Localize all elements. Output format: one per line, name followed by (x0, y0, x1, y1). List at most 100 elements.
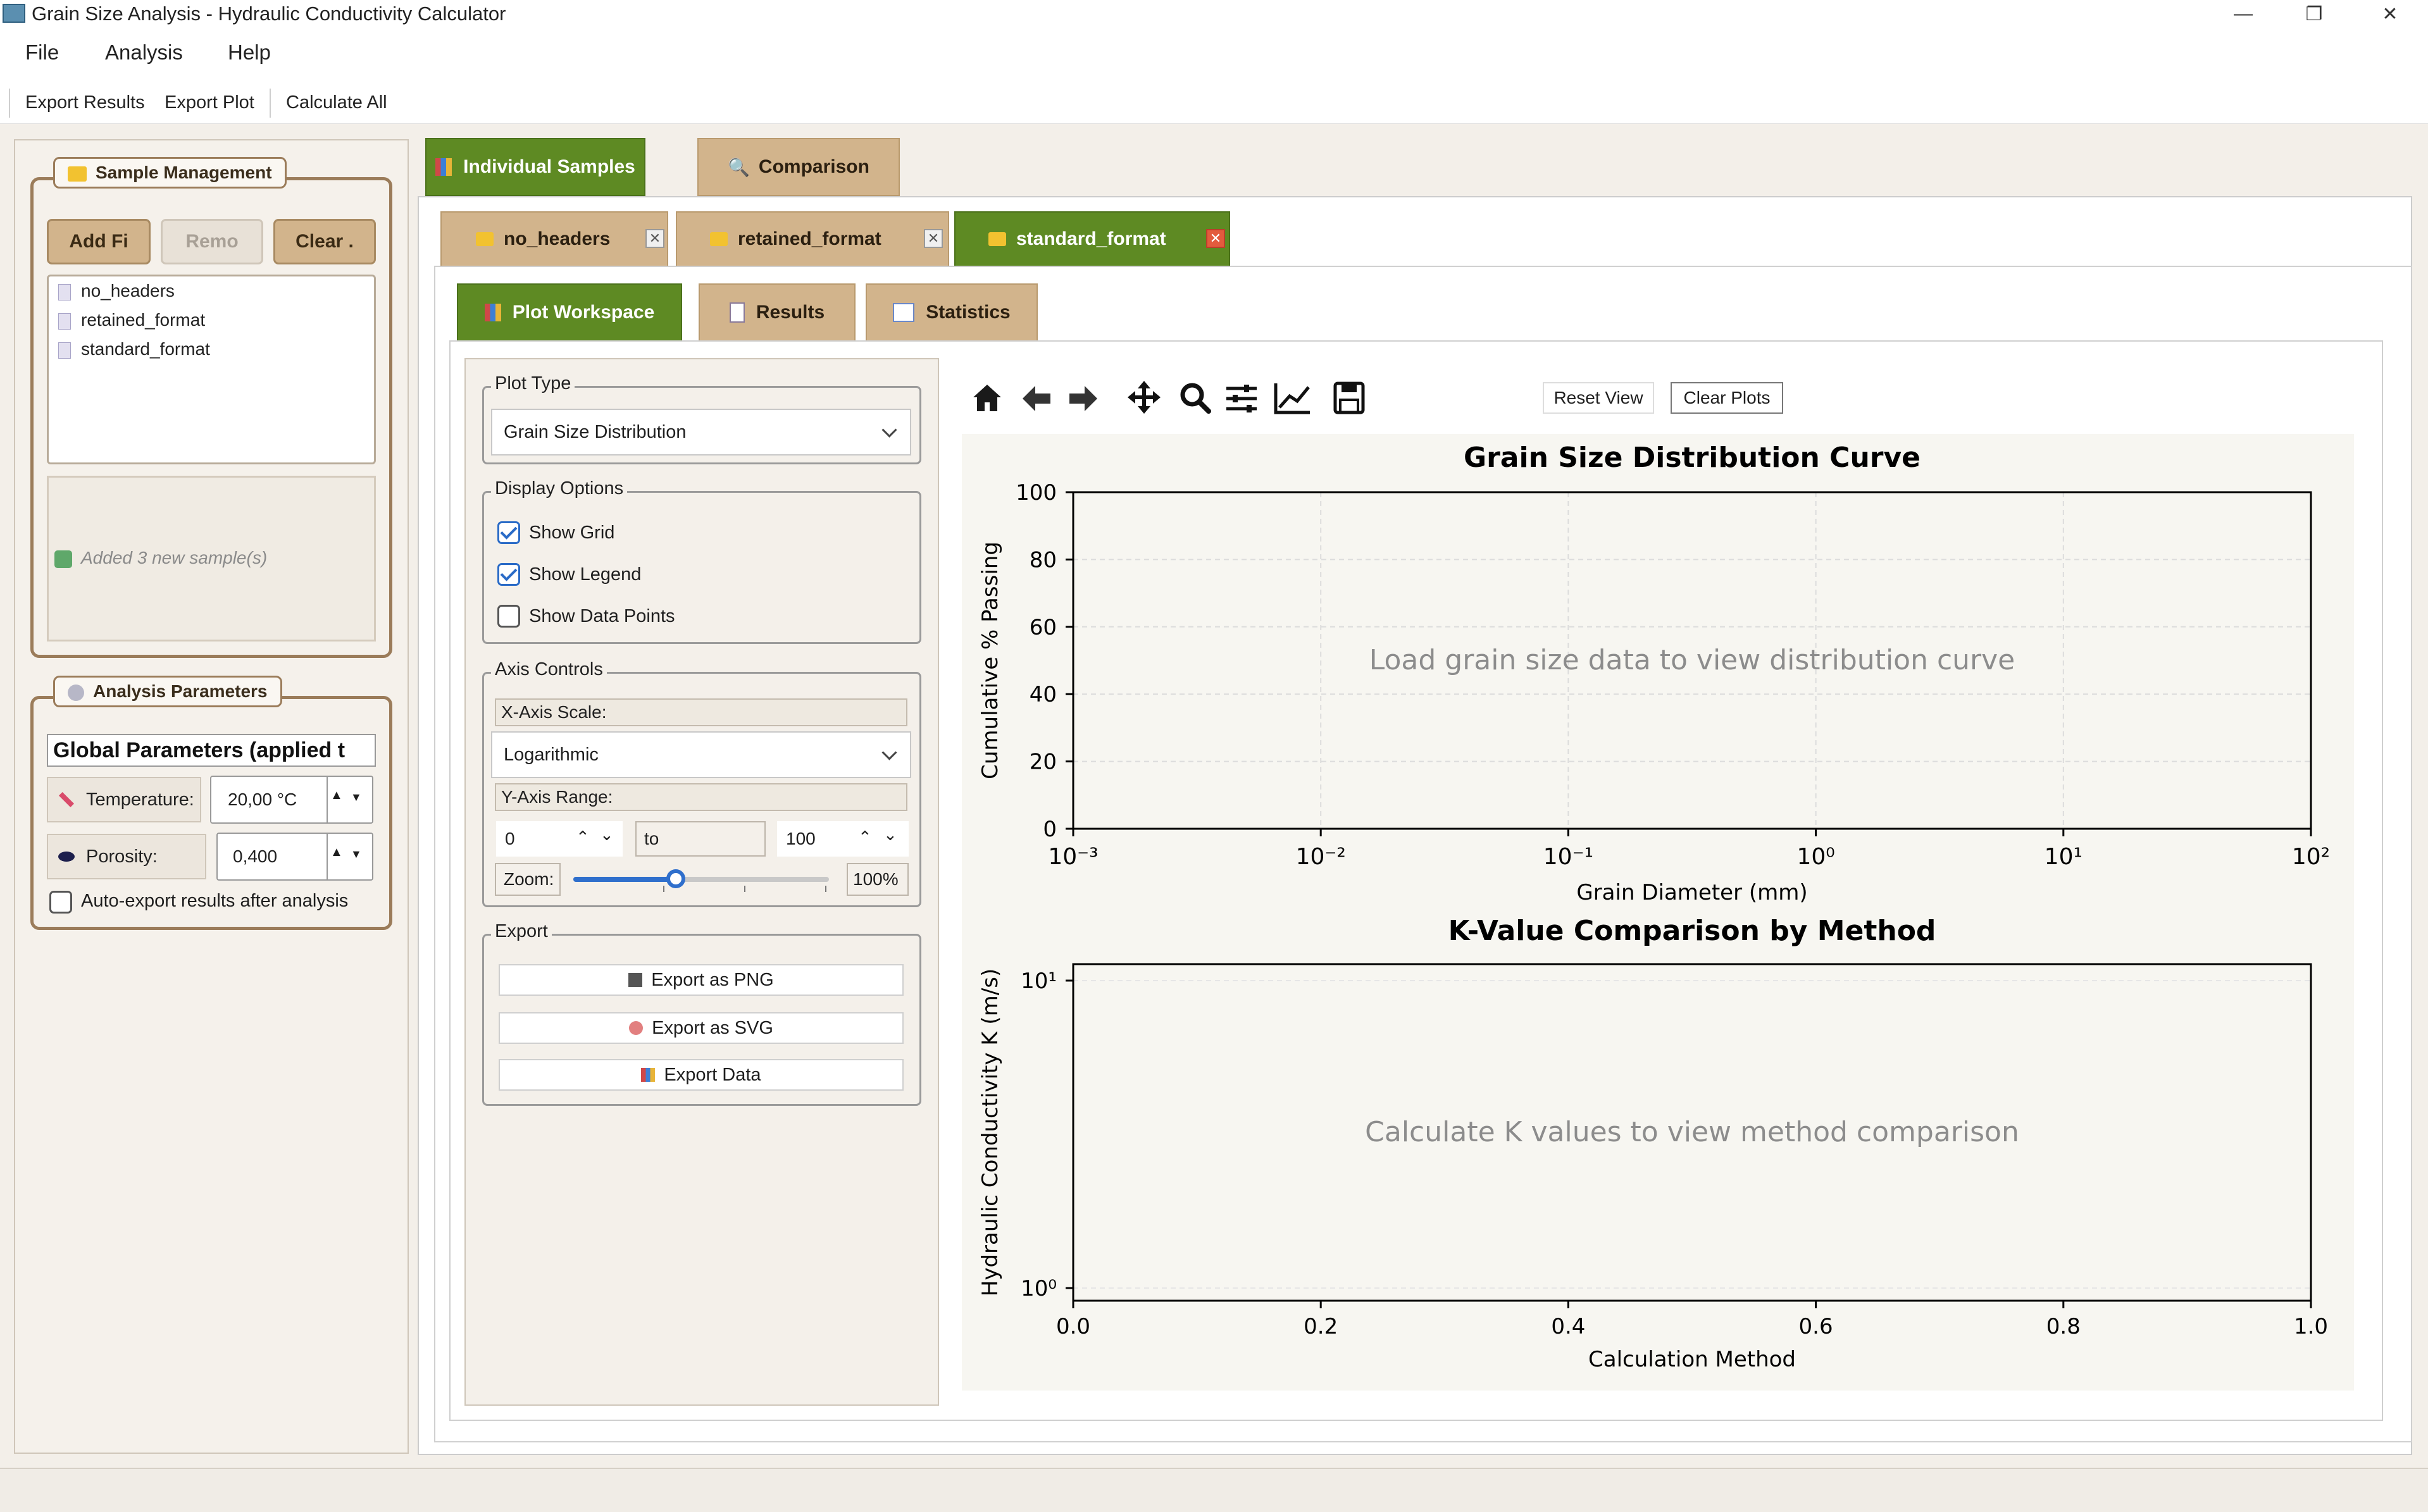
folder-icon (68, 166, 87, 182)
tab-plot-workspace[interactable]: Plot Workspace (457, 283, 682, 342)
show-legend-label: Show Legend (529, 564, 642, 585)
add-file-button[interactable]: Add Fi (47, 219, 151, 264)
document-icon (58, 283, 71, 301)
x-tick-label: 10⁻² (1296, 844, 1346, 870)
spin-up-icon[interactable]: ⌃ (576, 827, 590, 847)
export-png-button[interactable]: Export as PNG (499, 964, 904, 996)
export-plot-button[interactable]: Export Plot (165, 92, 254, 113)
magnifier-icon: 🔍 (728, 157, 750, 177)
to-label: to (635, 821, 766, 857)
sample-management-title: Sample Management (53, 157, 287, 189)
tab-statistics[interactable]: Statistics (866, 283, 1038, 342)
back-arrow-icon[interactable] (1023, 386, 1050, 411)
plot-navigation-toolbar (973, 381, 1365, 414)
plot-type-select[interactable]: Grain Size Distribution (491, 409, 911, 455)
menu-analysis[interactable]: Analysis (105, 40, 183, 65)
dropdown-icon[interactable]: ▼ (351, 848, 362, 861)
slider-tick (663, 886, 664, 892)
spin-down-icon[interactable]: ⌄ (883, 825, 897, 845)
pan-move-icon[interactable] (1128, 381, 1161, 414)
sample-tab-retained-format[interactable]: retained_format (676, 211, 949, 267)
close-window-icon[interactable]: ✕ (2355, 0, 2425, 28)
clear-plots-button[interactable]: Clear Plots (1671, 382, 1783, 414)
sample-tab-standard-format[interactable]: standard_format (954, 211, 1230, 267)
dropdown-icon[interactable]: ▼ (351, 791, 362, 804)
minimize-icon[interactable]: — (2208, 0, 2278, 28)
folder-icon (710, 232, 728, 246)
export-data-button[interactable]: Export Data (499, 1059, 904, 1091)
y-tick-label: 10¹ (1021, 969, 1057, 994)
folder-icon (988, 232, 1006, 246)
sample-list[interactable] (47, 275, 376, 464)
zoom-value: 100% (847, 863, 909, 896)
menu-bar (0, 28, 2428, 81)
show-grid-checkbox[interactable] (497, 521, 520, 544)
axis-controls-legend: Axis Controls (491, 659, 607, 680)
y-axis-range-label: Y-Axis Range: (495, 783, 907, 811)
menu-help[interactable]: Help (228, 40, 271, 65)
x-tick-label: 10⁻³ (1048, 844, 1098, 870)
temperature-spinbox[interactable]: 20,00 °C (210, 776, 373, 824)
plot-figure: Grain Size Distribution Curve 10⁻³ 10⁻² 10⁻… (978, 442, 2330, 1372)
zoom-label: Zoom: (495, 863, 561, 896)
auto-export-label: Auto-export results after analysis (81, 891, 349, 911)
list-item[interactable]: retained_format (58, 310, 205, 330)
spin-down-icon[interactable]: ⌄ (600, 825, 614, 845)
global-parameters-header: Global Parameters (applied t (47, 734, 376, 767)
auto-export-checkbox[interactable] (49, 891, 72, 914)
porosity-spinbox[interactable]: 0,400 (216, 833, 373, 881)
maximize-icon[interactable]: ❐ (2279, 0, 2349, 28)
remove-button[interactable]: Remo (161, 219, 263, 264)
tab-results[interactable]: Results (699, 283, 856, 342)
y-tick-label: 0 (1043, 817, 1057, 842)
clear-button[interactable]: Clear . (273, 219, 376, 264)
tab-comparison[interactable]: 🔍 Comparison (697, 138, 900, 196)
home-icon[interactable] (973, 385, 1001, 411)
x-tick-label: 0.0 (1056, 1314, 1090, 1339)
chart-title: K-Value Comparison by Method (1448, 915, 1936, 947)
y-axis-label: Hydraulic Conductivity K (m/s) (978, 969, 1003, 1296)
show-legend-checkbox[interactable] (497, 563, 520, 586)
close-tab-icon[interactable]: ✕ (924, 229, 943, 248)
x-tick-label: 0.8 (2046, 1314, 2081, 1339)
reset-view-button[interactable]: Reset View (1543, 382, 1654, 414)
list-item[interactable]: standard_format (58, 339, 210, 359)
porosity-label: Porosity: (47, 834, 206, 879)
empty-plot-message: Load grain size data to view distributio… (1369, 644, 2015, 676)
bar-chart-icon (641, 1068, 656, 1082)
show-data-points-label: Show Data Points (529, 606, 675, 626)
forward-arrow-icon[interactable] (1069, 386, 1097, 411)
folder-icon (476, 232, 494, 246)
clipboard-icon (729, 302, 745, 323)
bar-chart-icon (435, 158, 452, 176)
menu-file[interactable]: File (25, 40, 59, 65)
y-tick-label: 40 (1030, 682, 1057, 707)
tab-individual-samples[interactable]: Individual Samples (425, 138, 645, 196)
configure-subplots-icon[interactable] (1226, 385, 1257, 412)
y-axis-label: Cumulative % Passing (978, 542, 1003, 779)
close-tab-icon[interactable]: ✕ (645, 229, 664, 248)
show-data-points-checkbox[interactable] (497, 605, 520, 628)
show-grid-label: Show Grid (529, 523, 615, 543)
spin-up-icon[interactable]: ▲ (330, 788, 343, 803)
export-svg-button[interactable]: Export as SVG (499, 1012, 904, 1044)
chevron-down-icon (881, 422, 897, 438)
export-results-button[interactable]: Export Results (25, 92, 145, 113)
list-item[interactable]: no_headers (58, 281, 175, 301)
sample-tab-no-headers[interactable]: no_headers (440, 211, 668, 267)
zoom-slider-handle[interactable] (666, 869, 685, 888)
close-tab-icon[interactable]: ✕ (1206, 229, 1225, 248)
zoom-magnifier-icon[interactable] (1180, 383, 1211, 414)
y-tick-label: 20 (1030, 750, 1057, 775)
spin-up-icon[interactable]: ⌃ (858, 827, 872, 847)
save-disk-icon[interactable] (1333, 381, 1365, 414)
analysis-parameters-title: Analysis Parameters (53, 676, 282, 707)
calculate-all-button[interactable]: Calculate All (286, 92, 387, 113)
x-axis-scale-select[interactable]: Logarithmic (491, 731, 911, 778)
empty-plot-message: Calculate K values to view method compar… (1365, 1116, 2019, 1148)
edit-axes-icon[interactable] (1274, 383, 1310, 414)
spin-up-icon[interactable]: ▲ (330, 845, 343, 860)
y-tick-label: 60 (1030, 615, 1057, 640)
export-legend: Export (491, 921, 552, 942)
x-tick-label: 1.0 (2294, 1314, 2328, 1339)
